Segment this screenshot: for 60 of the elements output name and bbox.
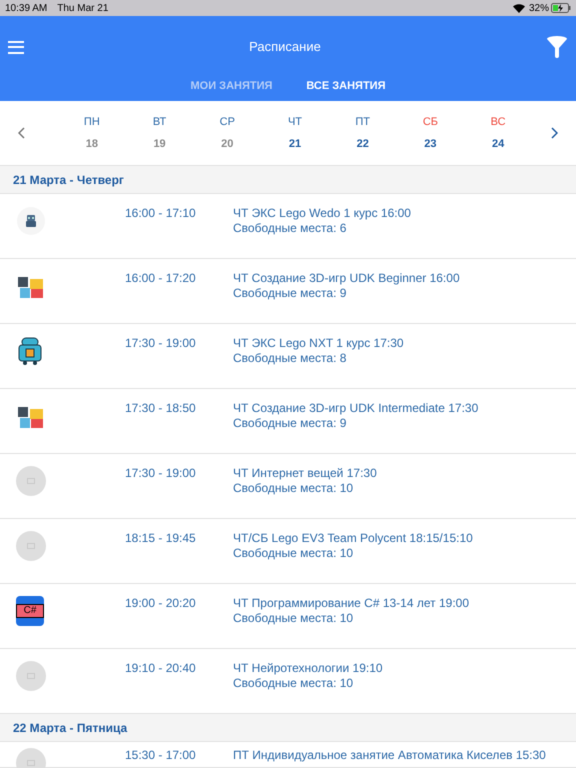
battery-icon [551, 3, 571, 13]
lesson-time: 17:30 - 19:00 [125, 336, 197, 352]
lesson-title: ЧТ ЭКС Lego Wedo 1 курс 16:00 [233, 206, 411, 221]
status-date: Thu Mar 21 [57, 2, 108, 16]
chevron-left-icon [18, 127, 26, 139]
lesson-row[interactable]: 17:30 - 19:00 ЧТ Интернет вещей 17:30 Свободные места: 10 [0, 454, 576, 519]
section-title: 21 Марта - Четверг [13, 172, 124, 188]
screen-title: Расписание [249, 39, 321, 54]
lesson-row[interactable]: 17:30 - 19:00 ЧТ ЭКС Lego NXT 1 курс 17:30 Свободные места: 8 [0, 324, 576, 389]
image-placeholder-icon [16, 466, 46, 496]
free-seats: Свободные места: 10 [233, 546, 473, 561]
lesson-time: 18:15 - 19:45 [125, 531, 197, 547]
day-button[interactable]: ВС 24 [464, 114, 532, 152]
lesson-title: ЧТ Создание 3D-игр UDK Intermediate 17:30 [233, 401, 478, 416]
day-button[interactable]: ПТ 22 [328, 114, 397, 152]
chevron-right-icon [550, 127, 558, 139]
lesson-title: ЧТ Создание 3D-игр UDK Beginner 16:00 [233, 271, 460, 286]
battery-percent: 32% [528, 2, 549, 16]
free-seats: Свободные места: 10 [233, 481, 377, 496]
wifi-icon [512, 4, 525, 12]
lesson-title: ПТ Индивидуальное занятие Автоматика Киселев 15:30 [233, 748, 546, 763]
lesson-row[interactable]: 18:15 - 19:45 ЧТ/СБ Lego EV3 Team Polycent 18:15/15:10 Свободные места: 10 [0, 519, 576, 584]
lesson-time: 17:30 - 18:50 [125, 401, 197, 417]
day-button[interactable]: ВТ 19 [126, 114, 194, 152]
menu-button[interactable] [8, 40, 24, 54]
filter-button[interactable] [546, 36, 568, 58]
lesson-row[interactable]: 17:30 - 18:50 ЧТ Создание 3D-игр UDK Intermediate 17:30 Свободные места: 9 [0, 389, 576, 454]
robot-icon [16, 336, 44, 366]
lesson-title: ЧТ Программирование C# 13-14 лет 19:00 [233, 596, 469, 611]
free-seats: Свободные места: 10 [233, 676, 383, 691]
lesson-time: 17:30 - 19:00 [125, 466, 197, 482]
day-button[interactable]: СР 20 [193, 114, 262, 152]
image-placeholder-icon [16, 531, 46, 561]
lesson-row[interactable]: 16:00 - 17:20 ЧТ Создание 3D-игр UDK Beginner 16:00 Свободные места: 9 [0, 259, 576, 324]
lesson-time: 15:30 - 17:00 [125, 748, 197, 764]
lesson-title: ЧТ ЭКС Lego NXT 1 курс 17:30 [233, 336, 404, 351]
lesson-title: ЧТ Интернет вещей 17:30 [233, 466, 377, 481]
lesson-row[interactable]: 16:00 - 17:10 ЧТ ЭКС Lego Wedo 1 курс 16:00 Свободные места: 6 [0, 194, 576, 259]
image-placeholder-icon [16, 661, 46, 691]
status-time: 10:39 AM [5, 2, 48, 16]
lesson-row[interactable]: 15:30 - 17:00 ПТ Индивидуальное занятие Автоматика Киселев 15:30 [0, 742, 576, 768]
lesson-title: ЧТ/СБ Lego EV3 Team Polycent 18:15/15:10 [233, 531, 473, 546]
lesson-time: 19:00 - 20:20 [125, 596, 197, 612]
lesson-time: 19:10 - 20:40 [125, 661, 197, 677]
free-seats: Свободные места: 9 [233, 416, 478, 431]
robot-icon [16, 206, 46, 236]
section-title: 22 Марта - Пятница [13, 720, 128, 736]
day-button[interactable]: СБ 23 [396, 114, 464, 152]
lesson-row[interactable]: C# 19:00 - 20:20 ЧТ Программирование C# 13-14 лет 19:00 Свободные места: 10 [0, 584, 576, 649]
free-seats: Свободные места: 9 [233, 286, 460, 301]
free-seats: Свободные места: 10 [233, 611, 469, 626]
free-seats: Свободные места: 8 [233, 351, 404, 366]
csharp-file-icon: C# [16, 596, 44, 626]
day-button[interactable]: ЧТ 21 [261, 114, 329, 152]
lesson-time: 16:00 - 17:10 [125, 206, 197, 222]
tab[interactable]: ВСЕ ЗАНЯТИЯ [306, 78, 386, 94]
free-seats: Свободные места: 6 [233, 221, 411, 236]
lesson-title: ЧТ Нейротехнологии 19:10 [233, 661, 383, 676]
day-button[interactable]: ПН 18 [58, 114, 126, 152]
lesson-time: 16:00 - 17:20 [125, 271, 197, 287]
